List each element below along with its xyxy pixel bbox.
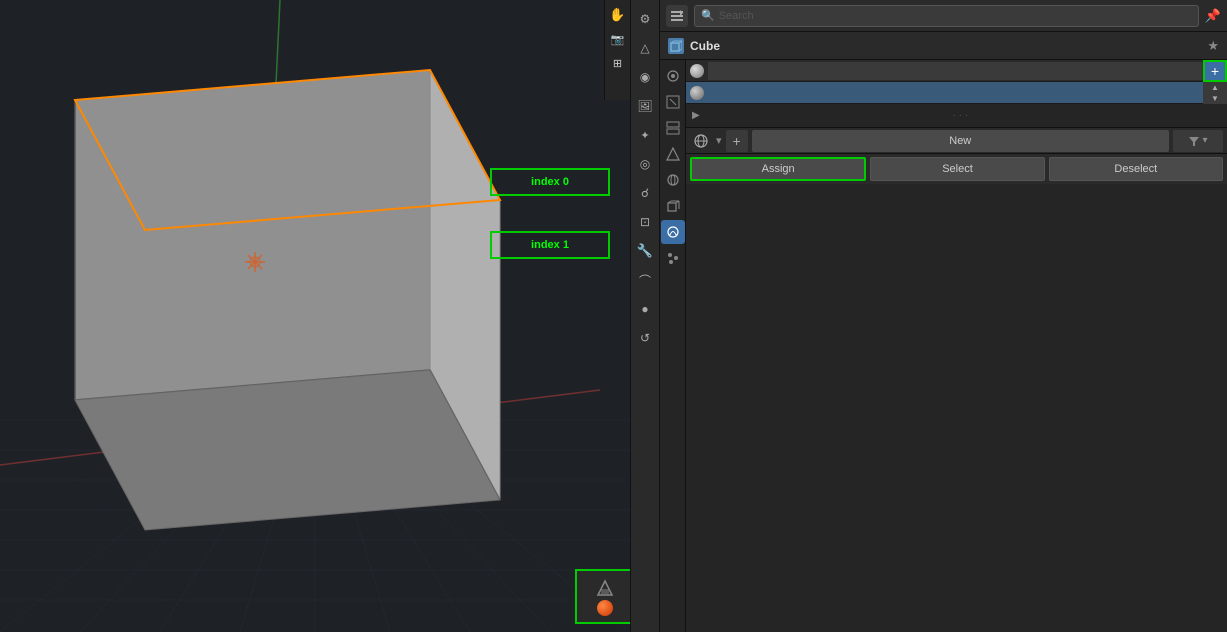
- tab-world[interactable]: [661, 168, 685, 192]
- camera-icon[interactable]: 📷: [607, 28, 629, 50]
- scroll-down-button[interactable]: ▼: [1203, 93, 1227, 104]
- properties-panel: 🔍 Search 📌 Cube ★: [660, 0, 1227, 632]
- prop-header: 🔍 Search 📌: [660, 0, 1227, 32]
- material-sphere-1: [690, 86, 704, 100]
- prop-main: + ▲ ▼ ▶ · · ·: [686, 60, 1227, 632]
- viewport-toolbar: ✋ 📷 ⊞: [604, 0, 630, 100]
- material-slot-fill-1: [708, 84, 1223, 102]
- props-icon-data[interactable]: ⊡: [632, 209, 658, 235]
- star-icon[interactable]: ★: [1207, 38, 1219, 54]
- filter-button[interactable]: ▾: [1173, 130, 1223, 152]
- props-icon-physics[interactable]: ◎: [632, 151, 658, 177]
- tab-output[interactable]: [661, 90, 685, 114]
- object-name-text: Cube: [690, 39, 720, 53]
- material-icon-bottom: [595, 578, 615, 598]
- filter-icon: [1188, 135, 1200, 147]
- select-button[interactable]: Select: [870, 157, 1044, 181]
- slot-controls: + ▲ ▼: [1203, 60, 1227, 104]
- search-bar[interactable]: 🔍 Search: [694, 5, 1199, 27]
- tab-object[interactable]: [661, 194, 685, 218]
- dropdown-arrow-small: ▾: [716, 134, 722, 147]
- object-name-row: Cube ★: [660, 32, 1227, 60]
- props-icon-curve[interactable]: ⌒: [632, 267, 658, 293]
- preview-row: ▶ · · ·: [686, 104, 1227, 128]
- material-sphere-0: [690, 64, 704, 78]
- play-icon[interactable]: ▶: [692, 110, 700, 121]
- tab-particles[interactable]: [661, 246, 685, 270]
- assign-button[interactable]: Assign: [690, 157, 866, 181]
- preview-dots: · · ·: [700, 110, 1221, 121]
- side-icon-strip: ⚙ △ ◉ 🖼 ✦ ◎ ☌ ⊡ 🔧 ⌒ ● ↺: [630, 0, 660, 632]
- prop-body: + ▲ ▼ ▶ · · ·: [660, 60, 1227, 632]
- globe-icon: [693, 133, 709, 149]
- assign-select-row: Assign Select Deselect: [686, 154, 1227, 184]
- object-cube-icon: [668, 38, 684, 54]
- props-icon-wrench[interactable]: 🔧: [632, 238, 658, 264]
- props-icon-mesh[interactable]: △: [632, 35, 658, 61]
- material-controls: ▾ + New ▾: [686, 128, 1227, 154]
- add-material-button[interactable]: +: [726, 130, 748, 152]
- props-icon-material[interactable]: ◉: [632, 64, 658, 90]
- search-placeholder: Search: [719, 10, 754, 22]
- tab-material[interactable]: [661, 220, 685, 244]
- bottom-material-icon-box[interactable]: [575, 569, 630, 624]
- prop-side-tabs: [660, 60, 686, 632]
- material-sphere-bottom: [597, 600, 613, 616]
- tab-view-layer[interactable]: [661, 116, 685, 140]
- props-icon-swirl[interactable]: ↺: [632, 325, 658, 351]
- add-slot-button[interactable]: +: [1203, 60, 1227, 82]
- viewport[interactable]: index 0 index 1 ✋ 📷 ⊞: [0, 0, 630, 632]
- new-material-button[interactable]: New: [752, 130, 1169, 152]
- grid-icon[interactable]: ⊞: [607, 52, 629, 74]
- properties-menu-icon[interactable]: [666, 5, 688, 27]
- material-props-area: [686, 184, 1227, 632]
- scroll-up-button[interactable]: ▲: [1203, 82, 1227, 93]
- props-icon-dot[interactable]: ●: [632, 296, 658, 322]
- props-icon-image[interactable]: 🖼: [632, 93, 658, 119]
- material-type-button[interactable]: [690, 130, 712, 152]
- material-slot-fill-0: [708, 62, 1223, 80]
- tab-scene[interactable]: [661, 142, 685, 166]
- tab-render[interactable]: [661, 64, 685, 88]
- search-icon: 🔍: [701, 9, 715, 22]
- deselect-button[interactable]: Deselect: [1049, 157, 1223, 181]
- material-slots-section: + ▲ ▼: [686, 60, 1227, 104]
- hand-tool-icon[interactable]: ✋: [607, 4, 629, 26]
- props-icon-constraint[interactable]: ☌: [632, 180, 658, 206]
- pin-icon[interactable]: 📌: [1205, 8, 1221, 24]
- props-icon-particle[interactable]: ✦: [632, 122, 658, 148]
- main-layout: index 0 index 1 ✋ 📷 ⊞ ⚙ △ ◉ 🖼 ✦ ◎ ☌ ⊡: [0, 0, 1227, 632]
- props-icon-scene[interactable]: ⚙: [632, 6, 658, 32]
- material-slot-1[interactable]: [686, 82, 1227, 104]
- material-slot-0[interactable]: [686, 60, 1227, 82]
